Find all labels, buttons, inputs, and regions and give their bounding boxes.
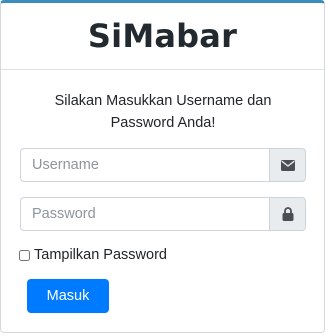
username-input[interactable] bbox=[20, 148, 269, 182]
username-addon bbox=[269, 148, 306, 182]
envelope-icon bbox=[280, 159, 295, 171]
password-group bbox=[20, 197, 306, 231]
login-message-line-1: Silakan Masukkan Username dan bbox=[54, 93, 272, 109]
login-message: Silakan Masukkan Username dan Password A… bbox=[20, 90, 306, 134]
login-card: SiMabar Silakan Masukkan Username dan Pa… bbox=[0, 0, 325, 333]
lock-icon bbox=[282, 207, 293, 221]
login-message-line-2: Password Anda! bbox=[110, 115, 216, 131]
app-title: SiMabar bbox=[87, 17, 238, 55]
login-button[interactable]: Masuk bbox=[27, 279, 109, 313]
password-addon bbox=[269, 197, 306, 231]
password-input[interactable] bbox=[20, 197, 269, 231]
login-form: Silakan Masukkan Username dan Password A… bbox=[1, 90, 324, 313]
card-header: SiMabar bbox=[1, 3, 324, 70]
username-group bbox=[20, 148, 306, 182]
show-password-checkbox[interactable] bbox=[19, 249, 30, 261]
show-password-row[interactable]: Tampilkan Password bbox=[19, 247, 306, 263]
show-password-label: Tampilkan Password bbox=[34, 247, 167, 263]
